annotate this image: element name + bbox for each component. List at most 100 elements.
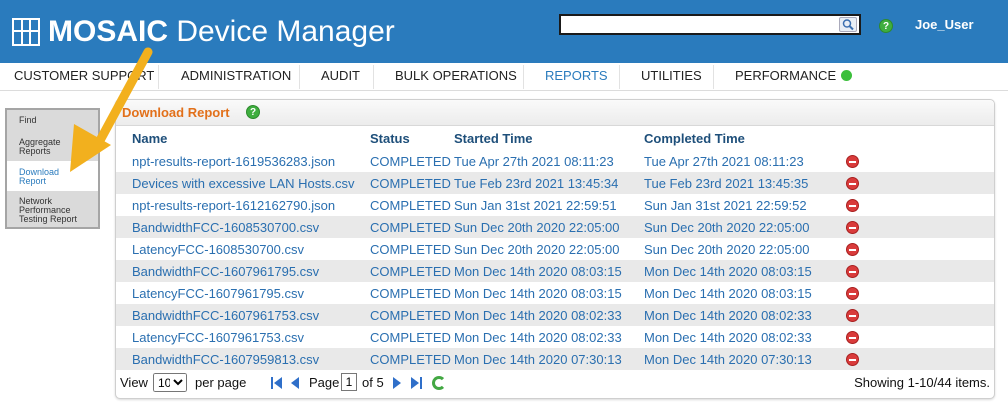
report-completed-time: Mon Dec 14th 2020 08:03:15	[644, 260, 846, 282]
nav-audit[interactable]: AUDIT	[321, 63, 360, 91]
sidebar-item-aggregate-reports[interactable]: Aggregate Reports	[19, 138, 61, 156]
report-status: COMPLETED	[370, 241, 451, 257]
help-icon[interactable]: ?	[879, 19, 893, 33]
report-completed-time: Mon Dec 14th 2020 07:30:13	[644, 348, 846, 370]
report-name-link[interactable]: BandwidthFCC-1608530700.csv	[132, 216, 370, 238]
page-number-input[interactable]	[341, 373, 357, 391]
table-row[interactable]: LatencyFCC-1608530700.csv COMPLETED Sun De…	[116, 238, 994, 260]
sidebar-item-find[interactable]: Find	[19, 116, 37, 125]
delete-icon[interactable]	[846, 198, 859, 212]
search-input[interactable]	[561, 16, 837, 33]
download-report-panel: Download Report ? Name Status Started Ti…	[115, 99, 995, 399]
table-row[interactable]: npt-results-report-1612162790.json COMPLE…	[116, 194, 994, 216]
next-page-icon[interactable]	[393, 377, 401, 389]
delete-icon[interactable]	[846, 220, 859, 234]
delete-icon[interactable]	[846, 154, 859, 168]
col-header-status[interactable]: Status	[370, 127, 454, 150]
report-name-link[interactable]: BandwidthFCC-1607961753.csv	[132, 304, 370, 326]
report-name-link[interactable]: LatencyFCC-1607961753.csv	[132, 326, 370, 348]
row-actions	[846, 304, 994, 326]
report-started-time: Tue Feb 23rd 2021 13:45:34	[454, 172, 644, 194]
report-name-link[interactable]: npt-results-report-1612162790.json	[132, 194, 370, 216]
pagination-bar: View 10 per page Page of 5 Showing 1-10/…	[116, 371, 994, 397]
nav-utilities[interactable]: UTILITIES	[641, 63, 702, 91]
delete-icon[interactable]	[846, 330, 859, 344]
nav-divider	[158, 65, 159, 89]
row-actions	[846, 216, 994, 238]
first-page-icon[interactable]	[271, 377, 273, 389]
report-name-link[interactable]: LatencyFCC-1607961795.csv	[132, 282, 370, 304]
status-dot-icon	[841, 70, 853, 81]
nav-reports[interactable]: REPORTS	[545, 63, 608, 91]
delete-icon[interactable]	[846, 176, 859, 190]
col-header-name[interactable]: Name	[132, 127, 370, 150]
nav-administration[interactable]: ADMINISTRATION	[181, 63, 291, 91]
row-spacer	[116, 282, 132, 304]
panel-header: Download Report ?	[116, 100, 994, 126]
sidebar-item-download-report[interactable]: Download Report	[19, 168, 59, 186]
row-actions	[846, 282, 994, 304]
row-spacer	[116, 150, 132, 172]
col-header-started[interactable]: Started Time	[454, 127, 644, 150]
report-status: COMPLETED	[370, 172, 454, 194]
report-started-time: Mon Dec 14th 2020 08:02:33	[454, 329, 622, 345]
search-button[interactable]	[839, 17, 857, 32]
report-name-link[interactable]: Devices with excessive LAN Hosts.csv	[132, 172, 370, 194]
table-row[interactable]: BandwidthFCC-1607961795.csv COMPLETED Mon …	[116, 260, 994, 282]
last-page-arrow[interactable]	[411, 377, 419, 389]
delete-icon[interactable]	[846, 264, 859, 278]
page-label: Page	[309, 375, 340, 390]
report-started-time: Tue Apr 27th 2021 08:11:23	[454, 153, 614, 169]
table-row[interactable]: BandwidthFCC-1607961753.csv COMPLETED Mon …	[116, 304, 994, 326]
delete-icon[interactable]	[846, 352, 859, 366]
row-actions	[846, 194, 994, 216]
prev-page-icon[interactable]	[291, 377, 299, 389]
report-name-link[interactable]: BandwidthFCC-1607961795.csv	[132, 260, 370, 282]
report-status: COMPLETED	[370, 197, 451, 213]
delete-icon[interactable]	[846, 242, 859, 256]
magnifier-icon	[842, 19, 854, 31]
table-row[interactable]: LatencyFCC-1607961795.csv COMPLETED Mon De…	[116, 282, 994, 304]
nav-performance-label: PERFORMANCE	[735, 68, 837, 83]
nav-divider	[619, 65, 620, 89]
per-page-label: per page	[195, 375, 247, 390]
user-name[interactable]: Joe_User	[915, 17, 974, 32]
refresh-icon[interactable]	[432, 376, 446, 390]
report-name-link[interactable]: npt-results-report-1619536283.json	[132, 150, 370, 172]
per-page-select[interactable]: 10	[153, 373, 187, 392]
nav-bulk-operations[interactable]: BULK OPERATIONS	[395, 63, 517, 91]
delete-icon[interactable]	[846, 286, 859, 300]
table-row[interactable]: LatencyFCC-1607961753.csv COMPLETED Mon De…	[116, 326, 994, 348]
table-row[interactable]: BandwidthFCC-1607959813.csv COMPLETED Mon …	[116, 348, 994, 370]
report-completed-time: Sun Dec 20th 2020 22:05:00	[644, 241, 810, 257]
nav-performance[interactable]: PERFORMANCE	[735, 63, 853, 91]
app-root: MOSAIC Device Manager ? Joe_User CUSTOME…	[0, 0, 1008, 408]
first-page-arrow[interactable]	[274, 377, 282, 389]
last-page-icon[interactable]	[420, 377, 422, 389]
report-started-time: Mon Dec 14th 2020 08:02:33	[454, 304, 644, 326]
report-name-link[interactable]: BandwidthFCC-1607959813.csv	[132, 348, 370, 370]
report-completed-time: Mon Dec 14th 2020 08:02:33	[644, 329, 812, 345]
page-count-label: of 5	[362, 375, 384, 390]
col-header-completed[interactable]: Completed Time	[644, 127, 846, 150]
report-status: COMPLETED	[370, 304, 454, 326]
report-started-time: Sun Dec 20th 2020 22:05:00	[454, 216, 644, 238]
report-name-link[interactable]: LatencyFCC-1608530700.csv	[132, 238, 370, 260]
table-row[interactable]: npt-results-report-1619536283.json COMPLE…	[116, 150, 994, 172]
nav-customer-support[interactable]: CUSTOMER SUPPORT	[14, 63, 154, 91]
table-row[interactable]: Devices with excessive LAN Hosts.csv COMP…	[116, 172, 994, 194]
sidebar-item-network-performance[interactable]: Network Performance Testing Report	[19, 197, 77, 224]
search-box	[559, 14, 861, 35]
nav-divider	[299, 65, 300, 89]
panel-title: Download Report	[122, 105, 230, 120]
report-started-time: Mon Dec 14th 2020 08:03:15	[454, 285, 622, 301]
table-row[interactable]: BandwidthFCC-1608530700.csv COMPLETED Sun …	[116, 216, 994, 238]
report-status: COMPLETED	[370, 329, 451, 345]
report-completed-time: Sun Jan 31st 2021 22:59:52	[644, 197, 807, 213]
report-started-time: Sun Dec 20th 2020 22:05:00	[454, 241, 620, 257]
delete-icon[interactable]	[846, 308, 859, 322]
table-header-row: Name Status Started Time Completed Time	[116, 127, 994, 150]
row-spacer	[116, 304, 132, 326]
showing-count: Showing 1-10/44 items.	[854, 375, 990, 390]
help-icon[interactable]: ?	[246, 105, 260, 119]
